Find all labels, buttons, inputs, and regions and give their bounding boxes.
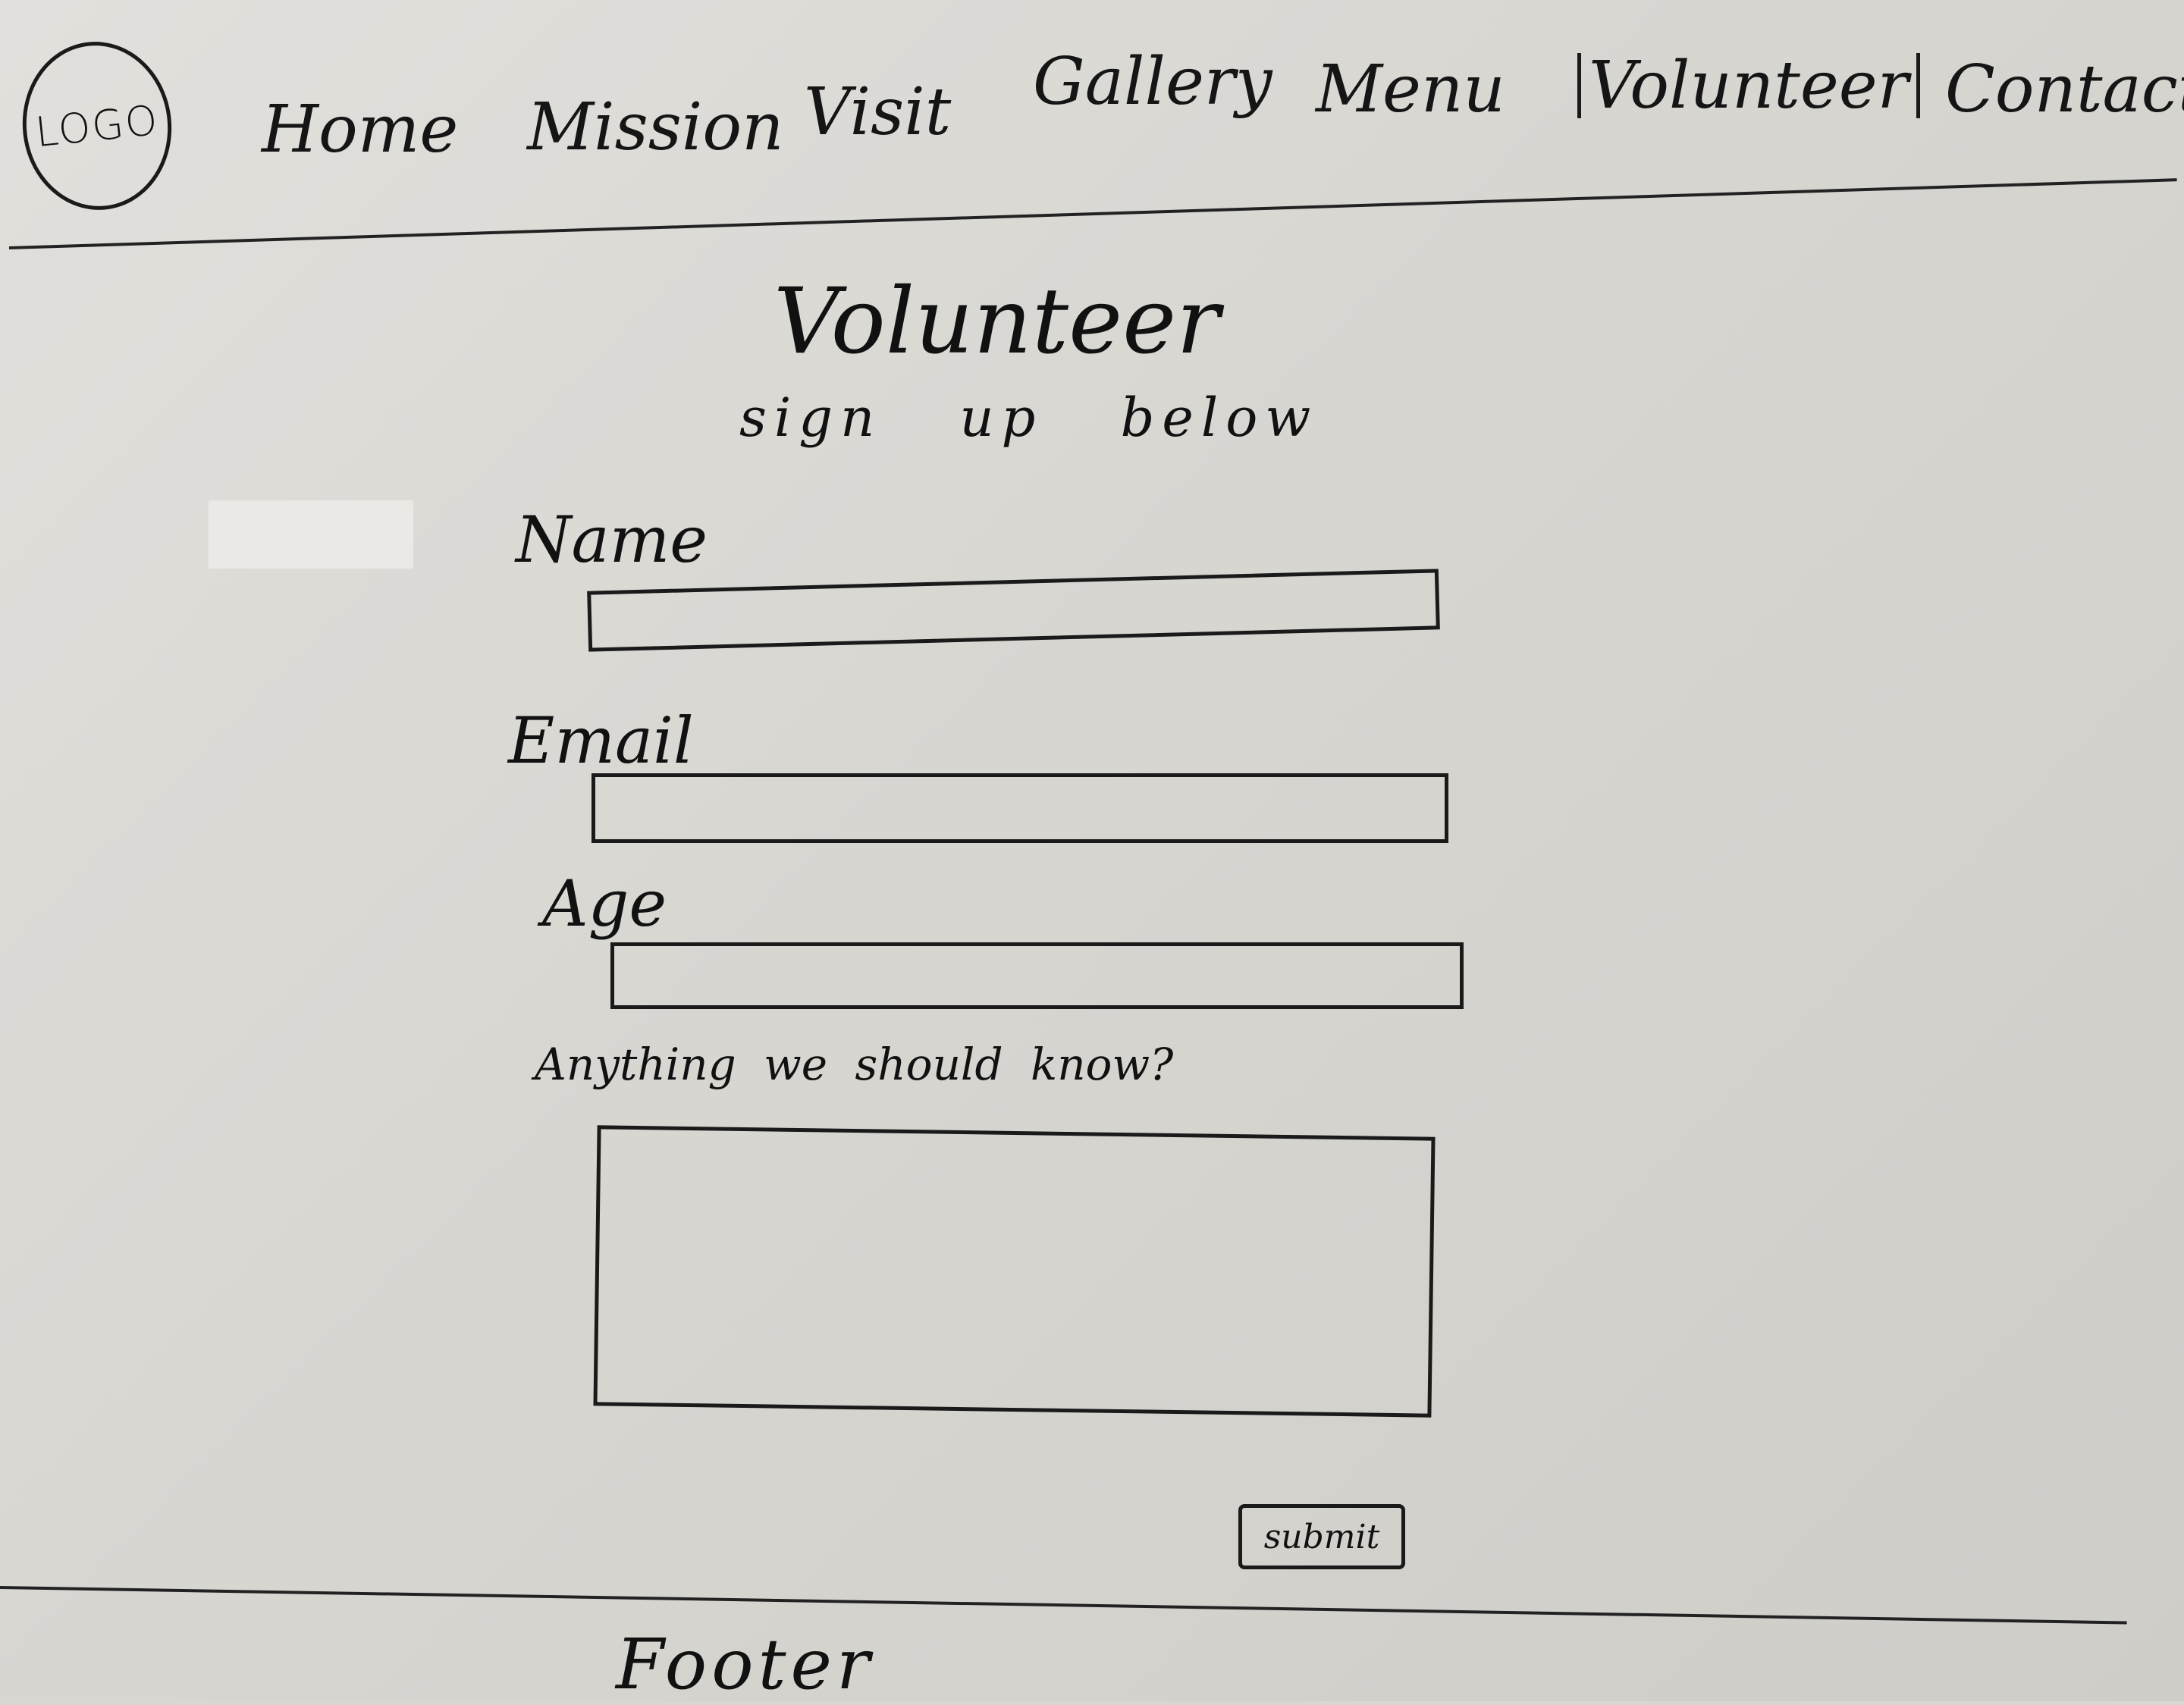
nav-item-volunteer[interactable]: Volunteer (1577, 53, 1920, 118)
page-title: Volunteer (774, 269, 1220, 375)
email-input[interactable] (592, 773, 1448, 843)
name-label: Name (516, 503, 708, 577)
nav-item-visit[interactable]: Visit (804, 80, 951, 145)
page-subtitle: sign up below (739, 387, 1319, 449)
notes-label: Anything we should know? (535, 1039, 1174, 1090)
nav-item-gallery[interactable]: Gallery (1033, 49, 1272, 114)
sketch-paper (0, 0, 2184, 1701)
submit-button[interactable]: submit (1238, 1504, 1405, 1569)
nav-item-contact[interactable]: Contact (1945, 57, 2184, 122)
nav-item-menu[interactable]: Menu (1316, 57, 1505, 122)
nav-item-home[interactable]: Home (262, 97, 458, 162)
logo-text: LOGO (33, 96, 162, 156)
paper-smudge (209, 500, 413, 569)
footer-label: Footer (616, 1624, 874, 1705)
notes-textarea[interactable] (593, 1125, 1436, 1418)
age-input[interactable] (610, 942, 1464, 1009)
nav-item-mission[interactable]: Mission (527, 95, 784, 160)
age-label: Age (542, 867, 667, 941)
email-label: Email (508, 704, 694, 778)
